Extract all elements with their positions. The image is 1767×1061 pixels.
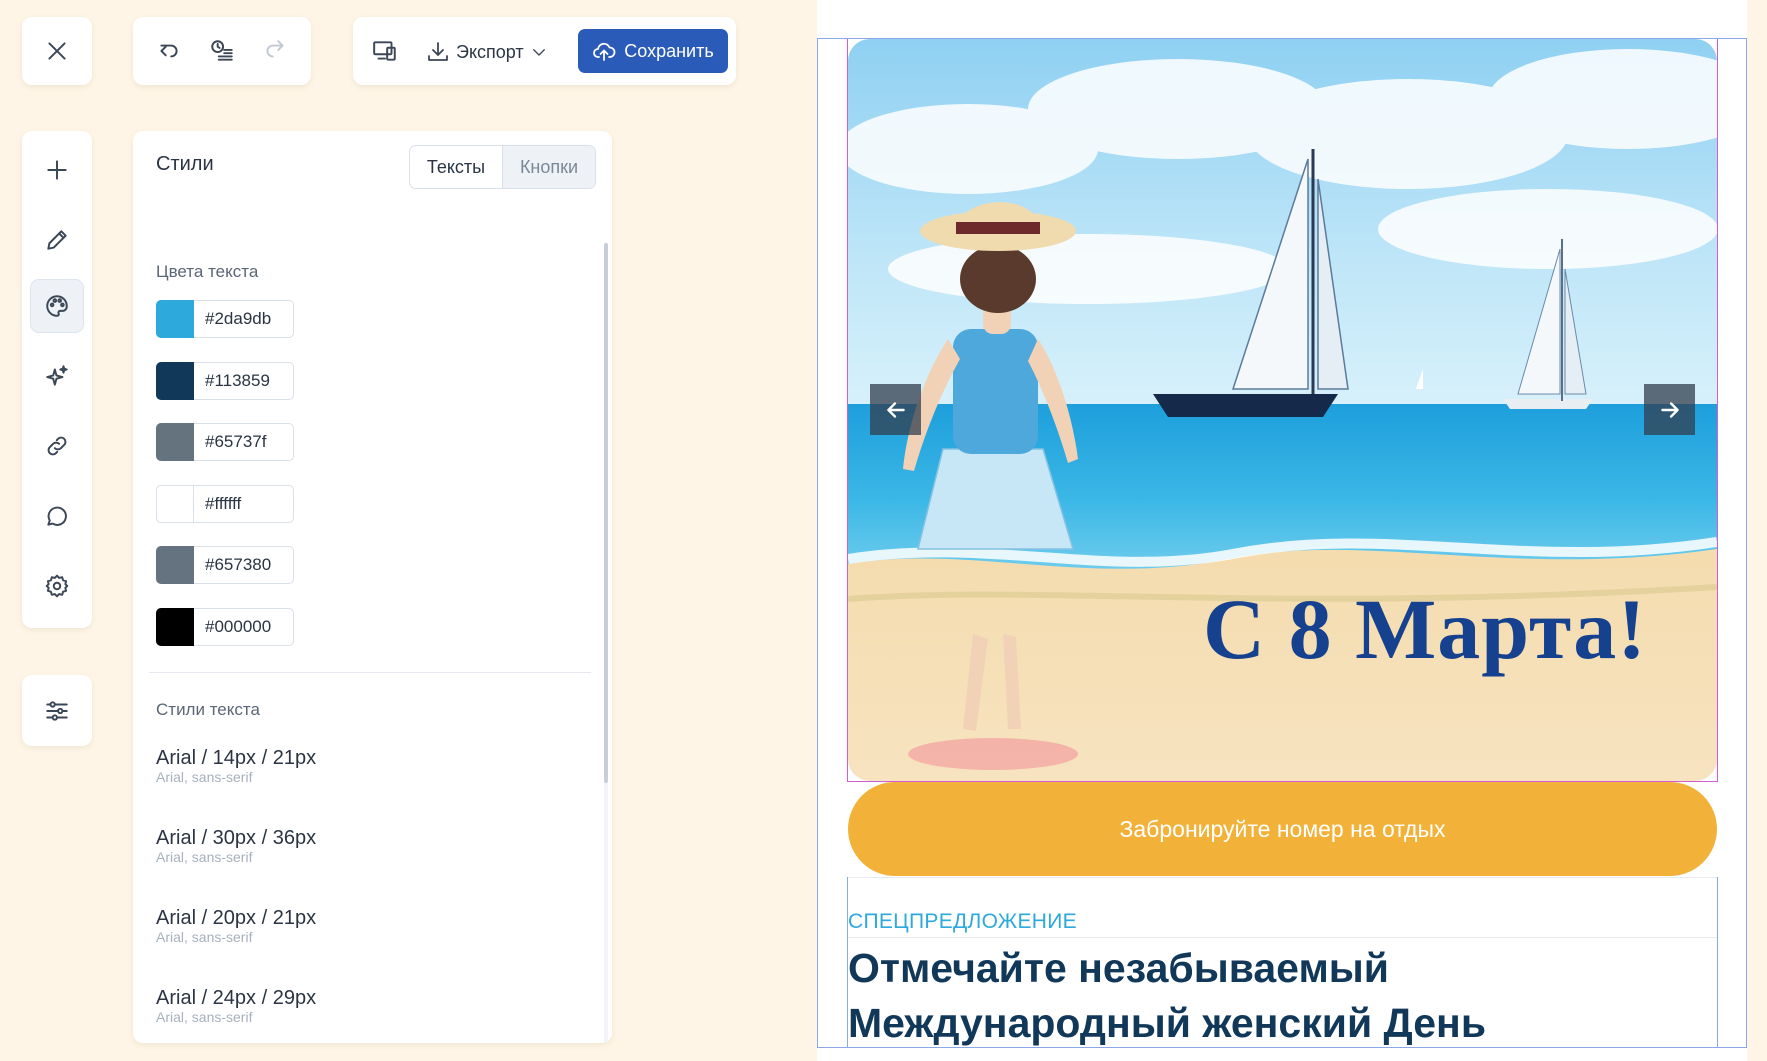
text-style-family: Arial, sans-serif [156, 1009, 253, 1025]
color-hex: #ffffff [205, 494, 242, 513]
close-icon[interactable] [22, 17, 92, 85]
arrow-right-icon[interactable] [1644, 384, 1695, 435]
booking-cta-button[interactable]: Забронируйте номер на отдых [848, 782, 1717, 876]
history-toolbar [133, 17, 311, 85]
tab-texts[interactable]: Тексты [410, 146, 502, 188]
color-hex: #657380 [205, 555, 272, 574]
color-swatch-row[interactable]: #000000 [156, 607, 294, 646]
text-style-item[interactable]: Arial / 24px / 29px Arial, sans-serif [156, 987, 316, 1025]
undo-icon[interactable] [145, 27, 193, 75]
chevron-down-icon [532, 49, 545, 56]
color-hex: #2da9db [205, 309, 272, 328]
color-swatch-row[interactable]: #2da9db [156, 299, 294, 338]
color-swatch [156, 484, 194, 523]
divider [847, 877, 1718, 878]
text-style-name: Arial / 20px / 21px [156, 907, 317, 929]
settings-rail [22, 675, 92, 746]
export-button[interactable]: Экспорт [426, 37, 548, 67]
text-style-item[interactable]: Arial / 20px / 21px Arial, sans-serif [156, 907, 316, 945]
styles-tabs: Тексты Кнопки [409, 145, 596, 189]
color-swatch-row[interactable]: #ffffff [156, 484, 294, 523]
arrow-left-icon[interactable] [870, 384, 921, 435]
text-style-item[interactable]: Arial / 30px / 36px Arial, sans-serif [156, 827, 316, 865]
preview-top-strip [817, 0, 1747, 38]
panel-title: Стили [156, 153, 214, 175]
export-label: Экспорт [456, 41, 524, 62]
hero-title: С 8 Марта! [1203, 581, 1647, 677]
plus-icon[interactable] [30, 143, 84, 197]
color-swatch [156, 361, 194, 400]
text-style-family: Arial, sans-serif [156, 769, 253, 785]
redo-icon[interactable] [251, 27, 299, 75]
text-style-item[interactable]: Arial / 14px / 21px Arial, sans-serif [156, 747, 316, 785]
color-swatch-row[interactable]: #65737f [156, 422, 294, 461]
cloud-upload-icon [593, 42, 616, 61]
download-icon [428, 42, 448, 61]
color-swatch-row[interactable]: #113859 [156, 361, 294, 400]
history-icon[interactable] [198, 27, 246, 75]
color-swatch-row[interactable]: #657380 [156, 545, 294, 584]
scrollbar-thumb[interactable] [604, 243, 608, 783]
special-offer-label: СПЕЦПРЕДЛОЖЕНИЕ [848, 910, 1077, 933]
pencil-icon[interactable] [30, 213, 84, 267]
color-swatch [156, 545, 194, 584]
gear-icon[interactable] [30, 559, 84, 613]
close-card [22, 17, 92, 85]
color-hex: #113859 [205, 371, 270, 390]
palette-icon[interactable] [30, 279, 84, 333]
save-label: Сохранить [624, 40, 714, 61]
text-style-family: Arial, sans-serif [156, 929, 253, 945]
email-headline: Отмечайте незабываемый Международный жен… [848, 945, 1487, 1046]
colors-section-label: Цвета текста [156, 262, 259, 281]
text-style-name: Arial / 30px / 36px [156, 827, 317, 849]
text-style-name: Arial / 24px / 29px [156, 987, 317, 1009]
tool-rail [22, 131, 92, 628]
email-preview: С 8 Марта! Забронируйте номер на отдых С… [817, 0, 1747, 1061]
panel-scrollbar[interactable] [604, 243, 608, 1043]
devices-icon[interactable] [361, 29, 409, 73]
color-hex: #65737f [205, 432, 267, 451]
link-icon[interactable] [30, 419, 84, 473]
text-style-name: Arial / 14px / 21px [156, 747, 317, 769]
sparkles-icon[interactable] [30, 349, 84, 403]
chat-icon[interactable] [30, 489, 84, 543]
text-styles-section-label: Стили текста [156, 700, 260, 719]
color-hex: #000000 [205, 617, 272, 636]
styles-panel: Стили Тексты Кнопки Цвета текста #2da9db… [133, 131, 612, 1043]
text-style-family: Arial, sans-serif [156, 849, 253, 865]
hero-image[interactable]: С 8 Марта! [848, 39, 1717, 781]
color-swatch [156, 422, 194, 461]
save-button[interactable]: Сохранить [578, 29, 728, 73]
sliders-icon[interactable] [22, 675, 92, 746]
color-swatch [156, 299, 194, 338]
color-swatch [156, 607, 194, 646]
actions-toolbar: Экспорт Сохранить [353, 17, 736, 85]
divider [149, 672, 591, 673]
divider [847, 937, 1718, 938]
tab-buttons[interactable]: Кнопки [502, 146, 595, 188]
